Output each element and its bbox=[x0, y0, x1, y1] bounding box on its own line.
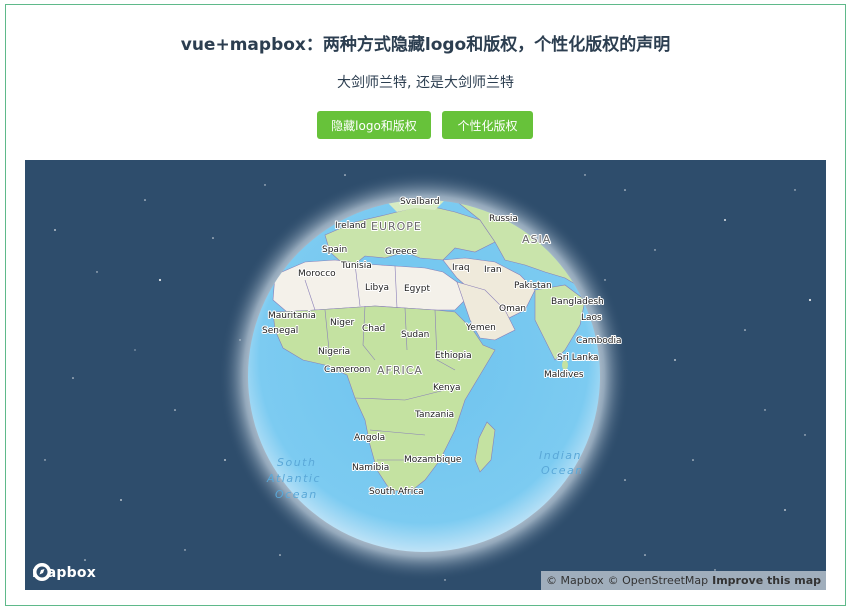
label-bangladesh: Bangladesh bbox=[551, 297, 604, 307]
label-sudan: Sudan bbox=[401, 330, 429, 340]
label-svalbard: Svalbard bbox=[400, 197, 440, 207]
hide-logo-copyright-button[interactable]: 隐藏logo和版权 bbox=[317, 111, 431, 139]
label-asia: ASIA bbox=[522, 233, 551, 246]
label-south-atlantic-3: Ocean bbox=[275, 488, 318, 501]
label-iran: Iran bbox=[484, 265, 502, 275]
osm-attribution-link[interactable]: © OpenStreetMap bbox=[608, 574, 709, 587]
label-morocco: Morocco bbox=[298, 269, 336, 279]
label-spain: Spain bbox=[322, 245, 347, 255]
globe-view: Svalbard Russia Ireland EUROPE ASIA Spai… bbox=[44, 171, 812, 581]
label-mozambique: Mozambique bbox=[404, 455, 462, 465]
mapbox-logo[interactable]: mapbox bbox=[32, 562, 96, 584]
label-iraq: Iraq bbox=[452, 263, 470, 273]
label-laos: Laos bbox=[581, 313, 602, 323]
label-ireland: Ireland bbox=[335, 221, 366, 231]
label-mauritania: Mauritania bbox=[268, 311, 316, 321]
label-nigeria: Nigeria bbox=[318, 347, 350, 357]
page-container: vue+mapbox：两种方式隐藏logo和版权，个性化版权的声明 大剑师兰特,… bbox=[5, 4, 846, 606]
label-africa: AFRICA bbox=[377, 364, 423, 377]
label-maldives: Maldives bbox=[544, 370, 584, 380]
label-south-atlantic-2: Atlantic bbox=[266, 472, 321, 485]
label-indian-1: Indian bbox=[539, 449, 582, 462]
label-cameroon: Cameroon bbox=[324, 365, 370, 375]
label-sri-lanka: Sri Lanka bbox=[557, 353, 599, 363]
map-canvas[interactable]: Svalbard Russia Ireland EUROPE ASIA Spai… bbox=[25, 160, 826, 590]
label-niger: Niger bbox=[330, 318, 354, 328]
attribution-bar: © Mapbox © OpenStreetMap Improve this ma… bbox=[541, 571, 826, 590]
label-libya: Libya bbox=[365, 283, 389, 293]
page-title: vue+mapbox：两种方式隐藏logo和版权，个性化版权的声明 bbox=[180, 35, 671, 55]
label-namibia: Namibia bbox=[352, 463, 389, 473]
label-greece: Greece bbox=[385, 247, 417, 257]
label-ethiopia: Ethiopia bbox=[435, 351, 472, 361]
improve-map-link[interactable]: Improve this map bbox=[712, 574, 821, 587]
custom-copyright-button[interactable]: 个性化版权 bbox=[442, 111, 533, 139]
label-pakistan: Pakistan bbox=[514, 281, 552, 291]
label-yemen: Yemen bbox=[465, 323, 496, 333]
label-angola: Angola bbox=[354, 433, 385, 443]
label-south-atlantic-1: South bbox=[277, 456, 316, 469]
page-subtitle: 大剑师兰特, 还是大剑师兰特 bbox=[337, 75, 514, 91]
label-south-africa: South Africa bbox=[369, 487, 424, 497]
mapbox-attribution-link[interactable]: © Mapbox bbox=[546, 574, 604, 587]
label-egypt: Egypt bbox=[404, 284, 430, 294]
label-chad: Chad bbox=[362, 324, 385, 334]
mapbox-logo-icon bbox=[33, 563, 51, 581]
label-kenya: Kenya bbox=[433, 383, 461, 393]
label-cambodia: Cambodia bbox=[576, 336, 622, 346]
label-tunisia: Tunisia bbox=[340, 261, 372, 271]
label-senegal: Senegal bbox=[262, 326, 298, 336]
label-europe: EUROPE bbox=[371, 220, 422, 233]
label-tanzania: Tanzania bbox=[414, 410, 454, 420]
label-russia: Russia bbox=[489, 214, 518, 224]
label-indian-2: Ocean bbox=[541, 464, 584, 477]
label-oman: Oman bbox=[499, 304, 526, 314]
